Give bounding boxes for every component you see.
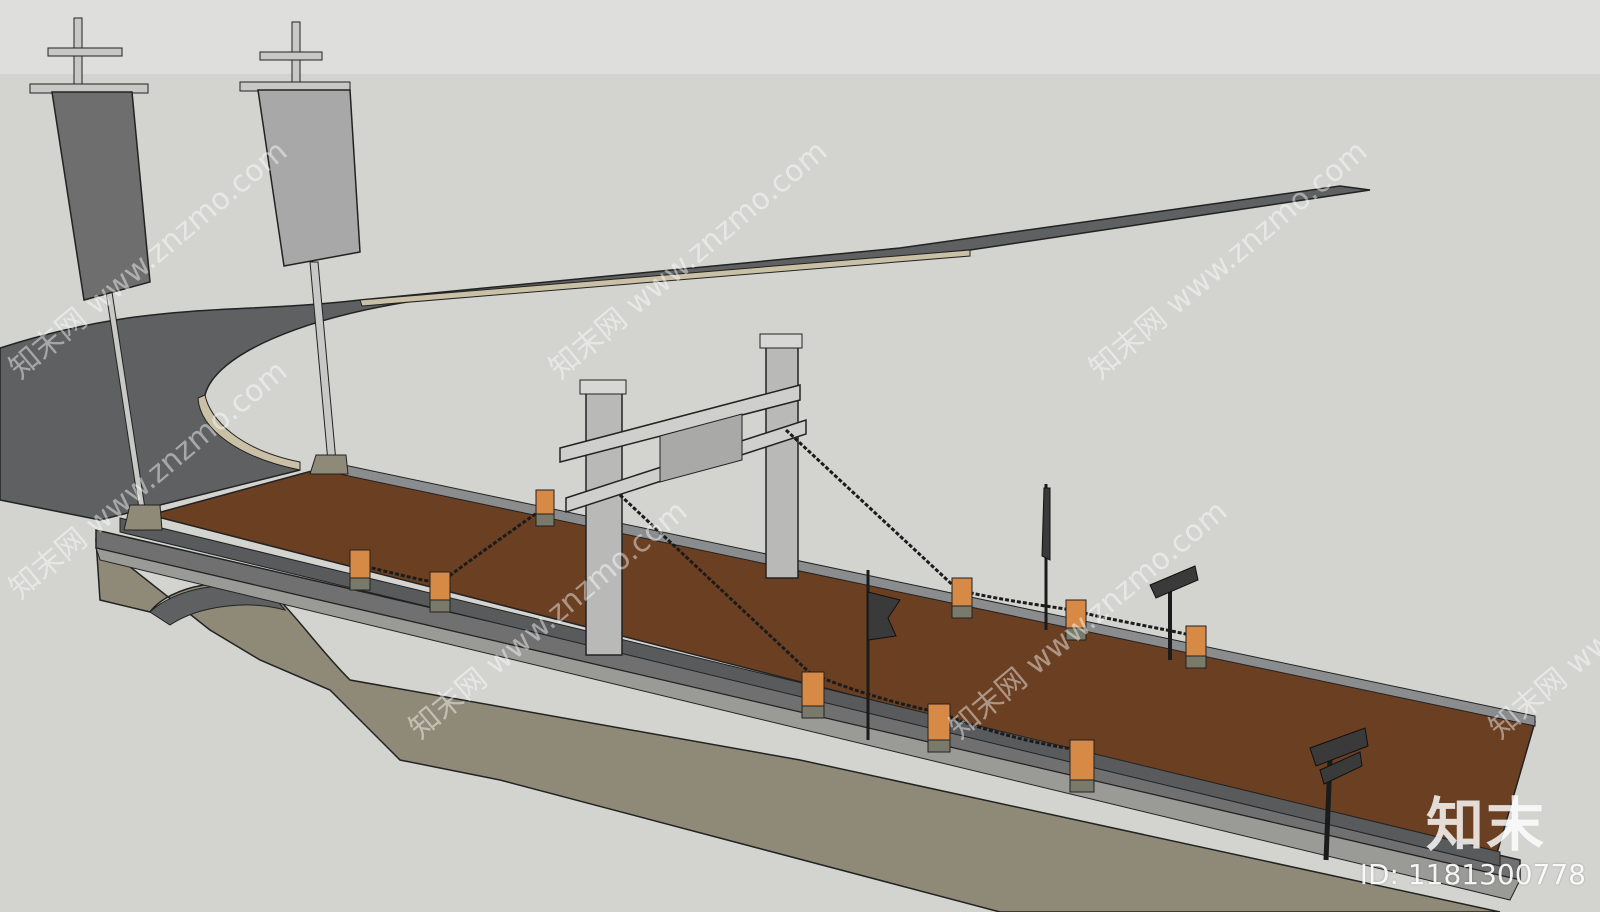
- bollard: [1069, 739, 1095, 793]
- bollard: [951, 577, 973, 619]
- sky-band: [0, 0, 1600, 74]
- bollard: [801, 671, 825, 719]
- bollard: [535, 489, 555, 527]
- sketchup-bridge-scene: 知末网 www.znzmo.com 知末网 www.znzmo.com 知末网 …: [0, 0, 1600, 912]
- watermark-id: ID: 1181300778: [1359, 858, 1586, 891]
- bollard: [429, 571, 451, 613]
- bollard: [927, 703, 951, 753]
- watermark-logo: 知末: [1425, 791, 1546, 859]
- bollard: [1185, 625, 1207, 669]
- bollard: [349, 549, 371, 591]
